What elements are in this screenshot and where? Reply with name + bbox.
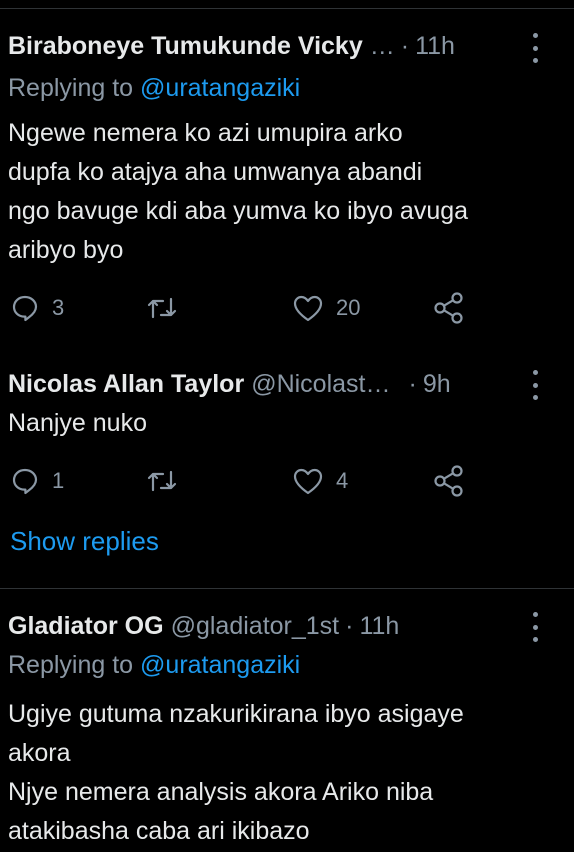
reply-count: 1 (52, 468, 65, 493)
author-handle[interactable]: @Nicolast… (251, 370, 390, 399)
text-line: Ugiye gutuma nzakurikirana ibyo asigaye (8, 700, 464, 728)
retweet-button[interactable] (146, 293, 178, 323)
separator-dot: · (400, 31, 410, 60)
like-button[interactable]: 20 (292, 293, 360, 323)
text-line: akora (8, 739, 71, 767)
text-line: Ngewe nemera ko azi umupira arko (8, 119, 403, 147)
tweet-2[interactable]: Nicolas Allan Taylor @Nicolast… · 9h Nan… (0, 340, 574, 588)
mention-link[interactable]: @uratangaziki (140, 74, 300, 102)
like-icon (293, 468, 323, 495)
mention-link[interactable]: @uratangaziki (140, 651, 300, 679)
tweet-1[interactable]: Biraboneye Tumukunde Vicky … · 11h Reply… (0, 0, 574, 340)
separator-dot: · (345, 611, 354, 640)
text-line: atakibasha caba ari ikibazo (8, 817, 310, 845)
like-button[interactable]: 4 (292, 466, 348, 496)
timestamp[interactable]: 11h (415, 32, 455, 61)
show-replies-link[interactable]: Show replies (10, 526, 159, 557)
reply-icon (12, 468, 38, 495)
timestamp[interactable]: 9h (423, 370, 451, 399)
like-count: 4 (336, 468, 349, 493)
text-line: Njye nemera analysis akora Ariko niba (8, 778, 434, 806)
author-handle[interactable]: @gladiator_1st (171, 612, 340, 641)
separator-dot: · (408, 369, 417, 398)
like-icon (293, 295, 323, 322)
author-name[interactable]: Biraboneye Tumukunde Vicky (8, 32, 363, 61)
tweet-header: Nicolas Allan Taylor @Nicolast… · 9h (8, 368, 451, 400)
replying-to-label: Replying to (8, 651, 141, 679)
share-icon (434, 465, 463, 497)
replying-to: Replying to @uratangaziki (8, 651, 300, 680)
timestamp[interactable]: 11h (359, 612, 399, 641)
tweet-header: Gladiator OG @gladiator_1st · 11h (8, 610, 399, 642)
more-icon[interactable] (531, 33, 539, 63)
reply-count: 3 (52, 295, 65, 320)
tweet-3[interactable]: Gladiator OG @gladiator_1st · 11h Replyi… (0, 589, 574, 852)
text-line: ngo bavuge kdi aba yumva ko ibyo avuga (8, 197, 469, 225)
tweet-text: Nanjye nuko (8, 404, 564, 443)
retweet-icon (147, 470, 177, 492)
reply-button[interactable]: 1 (10, 466, 64, 496)
tweet-header: Biraboneye Tumukunde Vicky … · 11h (8, 30, 455, 62)
text-line: Nanjye nuko (8, 409, 147, 437)
author-name[interactable]: Nicolas Allan Taylor (8, 370, 244, 399)
author-handle[interactable]: … (370, 32, 395, 61)
retweet-button[interactable] (146, 466, 178, 496)
replying-to: Replying to @uratangaziki (8, 74, 300, 103)
tweet-text: Ugiye gutuma nzakurikirana ibyo asigaye … (8, 695, 564, 851)
like-count: 20 (336, 295, 361, 320)
share-button[interactable] (432, 292, 466, 324)
text-line: aribyo byo (8, 236, 124, 264)
retweet-icon (147, 297, 177, 319)
author-name[interactable]: Gladiator OG (8, 612, 164, 641)
reply-icon (12, 295, 38, 322)
more-icon[interactable] (531, 612, 539, 642)
share-button[interactable] (432, 465, 466, 497)
replying-to-label: Replying to (8, 74, 141, 102)
reply-button[interactable]: 3 (10, 293, 64, 323)
text-line: dupfa ko atajya aha umwanya abandi (8, 158, 423, 186)
tweet-text: Ngewe nemera ko azi umupira arko dupfa k… (8, 114, 564, 270)
more-icon[interactable] (531, 370, 539, 400)
share-icon (434, 292, 463, 324)
